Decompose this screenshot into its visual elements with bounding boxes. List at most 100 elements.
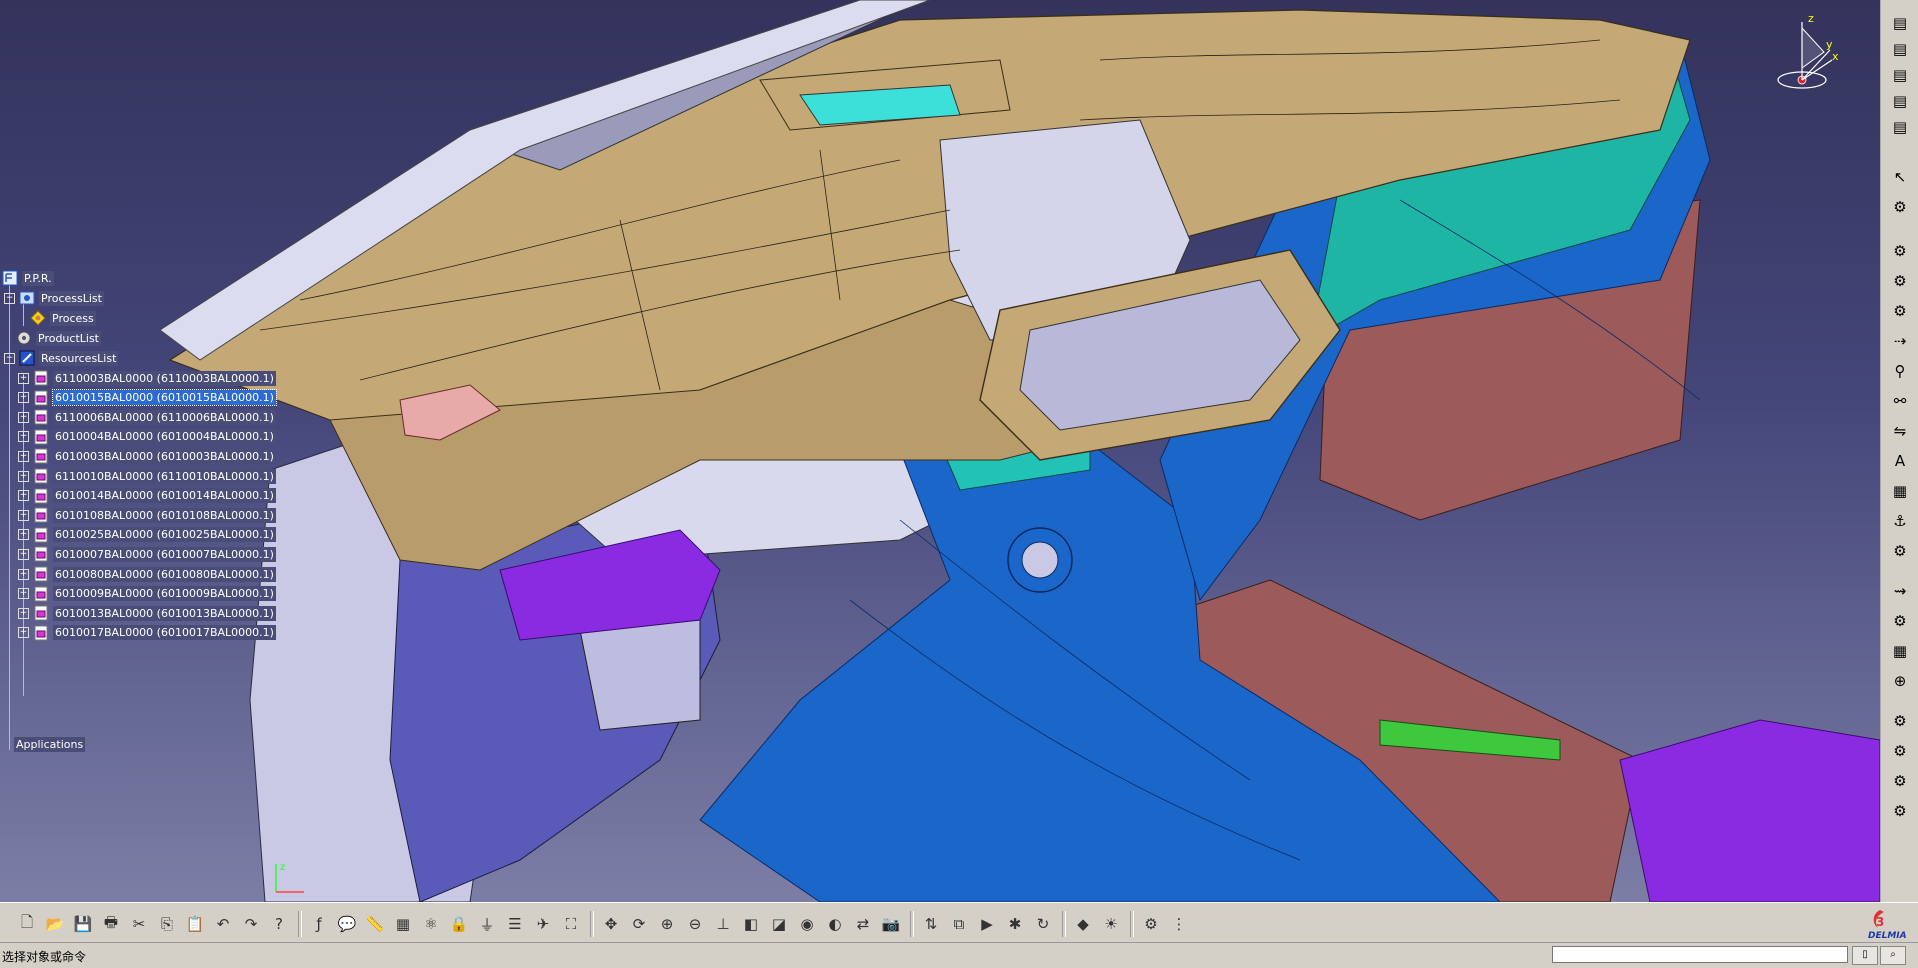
tree-resource-label[interactable]: 6010080BAL0000 (6010080BAL0000.1) xyxy=(53,566,276,582)
product-3-icon[interactable]: ▤ xyxy=(1889,64,1911,86)
mechanism-icon[interactable]: ⇋ xyxy=(1889,420,1911,442)
normal-view-icon[interactable]: ⊥ xyxy=(712,913,734,935)
fly-icon[interactable]: ✈ xyxy=(532,913,554,935)
catalog-icon[interactable]: ⚛ xyxy=(420,913,442,935)
tree-resourceslist-label[interactable]: ResourcesList xyxy=(39,350,119,366)
tree-applications-label[interactable]: Applications xyxy=(14,736,86,752)
tree-resource-label[interactable]: 6110006BAL0000 (6110006BAL0000.1) xyxy=(53,409,276,425)
tree-resource-label[interactable]: 6010003BAL0000 (6010003BAL0000.1) xyxy=(53,448,276,464)
product-1-icon[interactable]: ▤ xyxy=(1889,12,1911,34)
tree-resource-label[interactable]: 6010015BAL0000 (6010015BAL0000.1) xyxy=(52,389,277,407)
hardware-2-icon[interactable]: ⚙ xyxy=(1889,740,1911,762)
tree-resource-label[interactable]: 6110003BAL0000 (6110003BAL0000.1) xyxy=(53,370,276,386)
device-1-icon[interactable]: ⚙ xyxy=(1889,240,1911,262)
zoom-out-icon[interactable]: ⊖ xyxy=(684,913,706,935)
tree-root-label[interactable]: P.P.R. xyxy=(22,270,54,286)
path-icon[interactable]: ⇝ xyxy=(1889,580,1911,602)
knowledge-icon[interactable]: 💬 xyxy=(336,913,358,935)
tree-resource-item[interactable]: +6010025BAL0000 (6010025BAL0000.1) xyxy=(18,525,276,545)
save-icon[interactable]: 💾 xyxy=(72,913,94,935)
tree-resource-item[interactable]: +6010017BAL0000 (6010017BAL0000.1) xyxy=(18,623,276,643)
fasten-icon[interactable]: ⚓ xyxy=(1889,510,1911,532)
open-icon[interactable]: 📂 xyxy=(44,913,66,935)
expand-icon[interactable]: + xyxy=(18,411,29,423)
compass-widget[interactable]: z y x xyxy=(1772,8,1842,98)
3d-viewport[interactable]: z y x z P.P.R. − ProcessList Process Pro… xyxy=(0,0,1880,902)
paste-icon[interactable]: 📋 xyxy=(184,913,206,935)
tree-node-process[interactable]: Process xyxy=(30,308,96,328)
target-icon[interactable]: ⊕ xyxy=(1889,670,1911,692)
snap-icon[interactable]: ⚙ xyxy=(1889,196,1911,218)
tree-resource-item[interactable]: +6110010BAL0000 (6110010BAL0000.1) xyxy=(18,466,276,486)
collapse-icon[interactable]: − xyxy=(4,292,15,304)
tree-resource-label[interactable]: 6010025BAL0000 (6010025BAL0000.1) xyxy=(53,527,276,543)
device-2-icon[interactable]: ⚙ xyxy=(1889,270,1911,292)
hardware-1-icon[interactable]: ⚙ xyxy=(1889,710,1911,732)
cube-view-icon[interactable]: ◪ xyxy=(768,913,790,935)
expand-icon[interactable]: + xyxy=(18,588,29,600)
cut-icon[interactable]: ✂ xyxy=(128,913,150,935)
insert-icon[interactable]: ⇢ xyxy=(1889,330,1911,352)
fit-all-icon[interactable]: ⛶ xyxy=(560,913,582,935)
tree-resource-item[interactable]: +6110006BAL0000 (6110006BAL0000.1) xyxy=(18,407,276,427)
plug-icon[interactable]: ⏚ xyxy=(476,913,498,935)
tree-node-resourceslist[interactable]: − ResourcesList xyxy=(4,348,119,368)
shuffle-icon[interactable]: ⇅ xyxy=(920,913,942,935)
tree-resource-item[interactable]: +6010080BAL0000 (6010080BAL0000.1) xyxy=(18,564,276,584)
device-3-icon[interactable]: ⚙ xyxy=(1889,300,1911,322)
expand-icon[interactable]: + xyxy=(18,529,29,541)
view-mode-icon[interactable]: ◉ xyxy=(796,913,818,935)
rotate-icon[interactable]: ⟳ xyxy=(628,913,650,935)
network-icon[interactable]: ⋮ xyxy=(1168,913,1190,935)
command-history-button[interactable]: ▯ xyxy=(1852,946,1878,965)
hardware-3-icon[interactable]: ⚙ xyxy=(1889,770,1911,792)
command-input[interactable] xyxy=(1552,946,1848,963)
material-icon[interactable]: ◆ xyxy=(1072,913,1094,935)
tree-resource-label[interactable]: 6010009BAL0000 (6010009BAL0000.1) xyxy=(53,586,276,602)
product-2-icon[interactable]: ▤ xyxy=(1889,38,1911,60)
tree-node-processlist[interactable]: − ProcessList xyxy=(4,288,104,308)
teach-icon[interactable]: ⚙ xyxy=(1889,610,1911,632)
cycle-icon[interactable]: ↻ xyxy=(1032,913,1054,935)
tree-productlist-label[interactable]: ProductList xyxy=(36,330,101,346)
tree-resource-label[interactable]: 6010007BAL0000 (6010007BAL0000.1) xyxy=(53,546,276,562)
whats-this-icon[interactable]: ? xyxy=(268,913,290,935)
tree-resource-label[interactable]: 6010108BAL0000 (6010108BAL0000.1) xyxy=(53,507,276,523)
new-icon[interactable]: 🗋 xyxy=(16,913,38,935)
expand-icon[interactable]: + xyxy=(18,568,29,580)
robot-icon[interactable]: ⚙ xyxy=(1889,540,1911,562)
hardware-4-icon[interactable]: ⚙ xyxy=(1889,800,1911,822)
zoom-in-icon[interactable]: ⊕ xyxy=(656,913,678,935)
lock-icon[interactable]: 🔒 xyxy=(448,913,470,935)
tree-resource-label[interactable]: 6010013BAL0000 (6010013BAL0000.1) xyxy=(53,605,276,621)
measure-icon[interactable]: 📏 xyxy=(364,913,386,935)
simulation-icon[interactable]: ▶ xyxy=(976,913,998,935)
tree-resource-item[interactable]: +6010015BAL0000 (6010015BAL0000.1) xyxy=(18,388,277,408)
tree-resource-label[interactable]: 6110010BAL0000 (6110010BAL0000.1) xyxy=(53,468,276,484)
tree-resource-item[interactable]: +6010009BAL0000 (6010009BAL0000.1) xyxy=(18,584,276,604)
copy-icon[interactable]: ⎘ xyxy=(156,913,178,935)
dashboard-3d-model[interactable] xyxy=(0,0,1880,902)
text-icon[interactable]: A xyxy=(1889,450,1911,472)
capture-icon[interactable]: 📷 xyxy=(880,913,902,935)
grid-icon[interactable]: ▦ xyxy=(1889,640,1911,662)
swap-space-icon[interactable]: ⇄ xyxy=(852,913,874,935)
table-icon[interactable]: ▦ xyxy=(392,913,414,935)
expand-icon[interactable]: + xyxy=(18,509,29,521)
expand-icon[interactable]: + xyxy=(18,372,29,384)
tree-node-productlist[interactable]: ProductList xyxy=(16,328,101,348)
tree-process-label[interactable]: Process xyxy=(50,310,96,326)
product-4-icon[interactable]: ▤ xyxy=(1889,90,1911,112)
tree-resource-item[interactable]: +6010013BAL0000 (6010013BAL0000.1) xyxy=(18,603,276,623)
expand-icon[interactable]: + xyxy=(18,450,29,462)
tree-resource-label[interactable]: 6010014BAL0000 (6010014BAL0000.1) xyxy=(53,488,276,504)
tree-resource-item[interactable]: +6010007BAL0000 (6010007BAL0000.1) xyxy=(18,544,276,564)
scene-icon[interactable]: ⧉ xyxy=(948,913,970,935)
ppr-icon[interactable]: ⚙ xyxy=(1140,913,1162,935)
tree-resource-item[interactable]: +6010003BAL0000 (6010003BAL0000.1) xyxy=(18,446,276,466)
tree-root[interactable]: P.P.R. xyxy=(2,268,54,288)
print-icon[interactable]: 🖶 xyxy=(100,913,122,935)
pan-icon[interactable]: ✥ xyxy=(600,913,622,935)
layout-icon[interactable]: ▦ xyxy=(1889,480,1911,502)
redo-icon[interactable]: ↷ xyxy=(240,913,262,935)
